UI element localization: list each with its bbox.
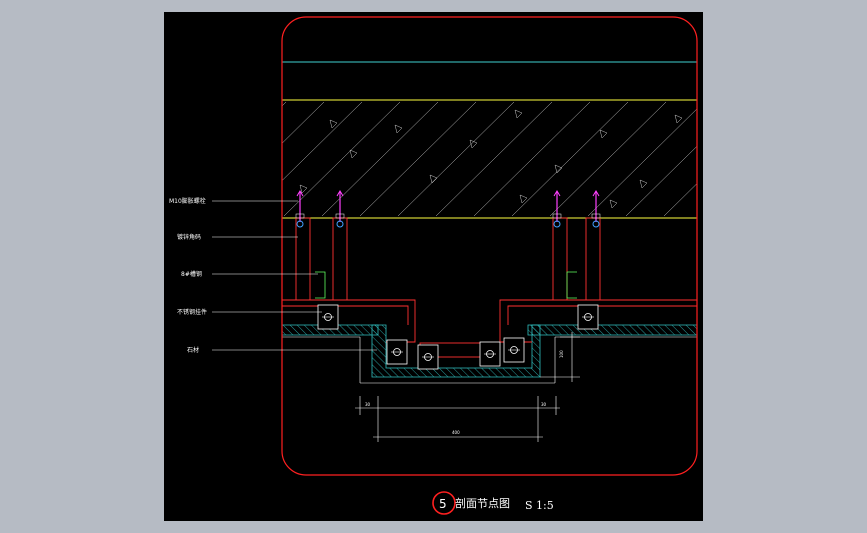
detail-title: 剖面节点图 [455, 496, 510, 510]
cad-viewport[interactable]: 30 30 400 100 M10膨胀螺栓 镀锌角码 8#槽钢 不锈钢挂件 石材… [0, 0, 867, 533]
dim-right-height: 100 [559, 350, 564, 358]
dim-left-small: 30 [365, 402, 371, 407]
drawing-canvas [164, 12, 703, 521]
detail-number: 5 [439, 497, 447, 511]
label-stone: 石材 [187, 346, 199, 354]
label-anchor-bolt: M10膨胀螺栓 [169, 197, 206, 205]
detail-scale: S 1:5 [525, 499, 554, 512]
section-drawing: 30 30 400 100 M10膨胀螺栓 镀锌角码 8#槽钢 不锈钢挂件 石材… [164, 12, 818, 521]
hatch-line [702, 102, 818, 216]
label-galvanized-angle: 镀锌角码 [177, 233, 201, 241]
dim-right-small: 30 [541, 402, 547, 407]
label-channel-steel: 8#槽钢 [181, 270, 202, 278]
label-stainless-hanger: 不锈钢挂件 [177, 308, 207, 316]
dim-bottom-width: 400 [452, 430, 460, 435]
